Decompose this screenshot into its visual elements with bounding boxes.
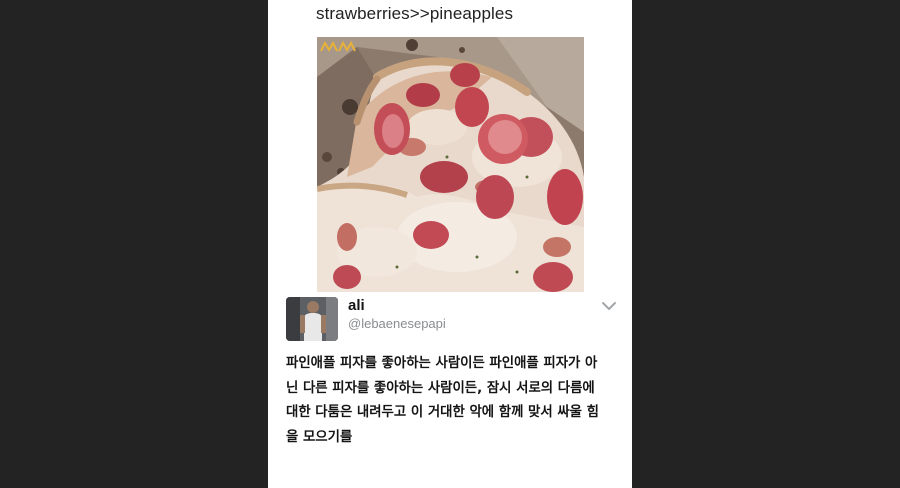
- avatar-photo: [286, 297, 338, 341]
- tweet-text-line: 을 모으기를: [286, 429, 353, 445]
- screenshot-stage: strawberries>>pineapples ali @lebaenesep…: [0, 0, 900, 488]
- pizza-photo[interactable]: [317, 37, 584, 292]
- chevron-down-icon[interactable]: [601, 299, 617, 311]
- tweet-author-row: ali @lebaenesepapi: [268, 296, 632, 346]
- tweet-card: strawberries>>pineapples ali @lebaenesep…: [268, 0, 632, 488]
- quoted-tweet-text: strawberries>>pineapples: [316, 4, 514, 23]
- tweet-text-line: 닌 다른 피자를 좋아하는 사람이든, 잠시 서로의 다름에: [286, 380, 595, 396]
- author-display-name[interactable]: ali: [348, 297, 365, 314]
- author-handle[interactable]: @lebaenesepapi: [348, 316, 446, 331]
- tweet-text: 파인애플 피자를 좋아하는 사람이든 파인애플 피자가 아 닌 다른 피자를 좋…: [286, 352, 620, 450]
- pizza-image: [317, 37, 584, 292]
- tweet-text-line: 파인애플 피자를 좋아하는 사람이든 파인애플 피자가 아: [286, 356, 598, 371]
- tweet-text-line: 대한 다툼은 내려두고 이 거대한 악에 함께 맞서 싸울 힘: [286, 405, 599, 420]
- author-avatar[interactable]: [286, 297, 338, 341]
